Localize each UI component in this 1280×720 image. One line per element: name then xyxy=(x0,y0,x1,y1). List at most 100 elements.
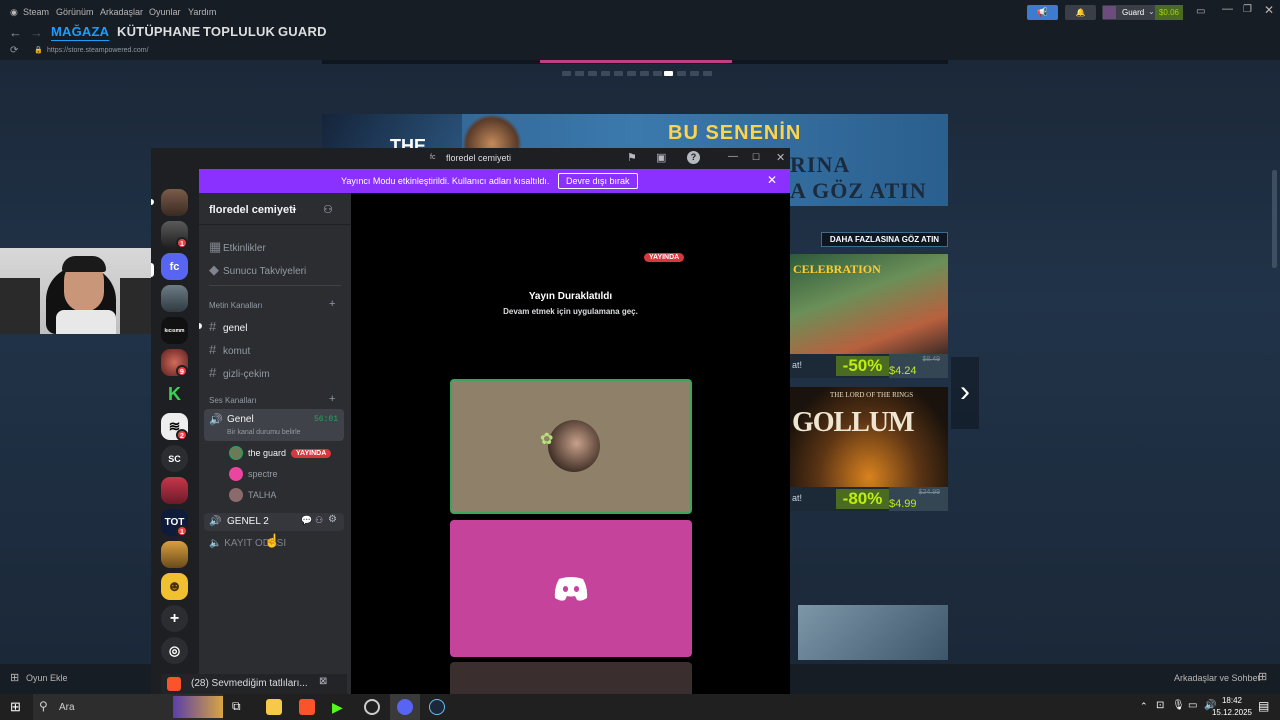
text-category[interactable]: Metin Kanalları xyxy=(209,301,262,310)
tab-community[interactable]: TOPLULUK xyxy=(203,24,275,39)
invite-icon[interactable]: ⚇ xyxy=(315,515,323,526)
channel-status[interactable]: Bir kanal durumu belirle xyxy=(227,429,301,436)
server-icon-sc[interactable]: SC xyxy=(161,445,188,472)
add-channel-icon[interactable]: + xyxy=(329,298,335,310)
minimize-icon[interactable]: — xyxy=(1222,3,1233,15)
disable-streamer-button[interactable]: Devre dışı bırak xyxy=(558,173,638,189)
tray-icon[interactable]: ⊡ xyxy=(1156,700,1164,711)
server-icon[interactable] xyxy=(161,477,188,504)
events-item[interactable]: ▦ Etkinlikler xyxy=(209,239,266,255)
steam-logo-icon[interactable]: ◉ xyxy=(10,7,18,18)
close-icon[interactable]: ⊠ xyxy=(319,676,327,687)
server-icon[interactable] xyxy=(161,189,188,216)
windows-start-icon[interactable]: ⊞ xyxy=(10,699,21,715)
channel-genel[interactable]: # genel xyxy=(209,319,247,334)
server-icon-kick[interactable]: K xyxy=(161,381,188,408)
steam-icon[interactable] xyxy=(429,699,445,715)
add-server-icon[interactable]: + xyxy=(161,605,188,632)
add-game-button[interactable]: Oyun Ekle xyxy=(26,673,68,683)
carousel-dot[interactable] xyxy=(640,71,649,76)
discover-icon[interactable]: ◎ xyxy=(161,637,188,664)
microphone-icon[interactable]: 🎙 xyxy=(1172,700,1185,711)
file-explorer-icon[interactable] xyxy=(266,699,282,715)
add-channel-icon[interactable]: + xyxy=(329,393,335,405)
participant-tile[interactable] xyxy=(450,662,692,694)
tab-store[interactable]: MAĞAZA xyxy=(51,24,109,39)
task-view-icon[interactable]: ⧉ xyxy=(232,699,248,715)
participant-tile-spectre[interactable] xyxy=(450,520,692,657)
obs-icon[interactable] xyxy=(364,699,380,715)
carousel-dot[interactable] xyxy=(562,71,571,76)
see-more-button[interactable]: DAHA FAZLASINA GÖZ ATIN xyxy=(821,232,948,247)
menu-view[interactable]: Görünüm xyxy=(56,7,94,17)
inbox-icon[interactable]: ▣ xyxy=(656,151,666,164)
voice-user[interactable]: TALHA xyxy=(229,488,276,502)
clock-date[interactable]: 15.12.2025 xyxy=(1202,708,1262,717)
kick-icon[interactable]: ▶ xyxy=(332,699,348,715)
participant-tile-the-guard[interactable]: ✿ xyxy=(450,379,692,514)
minimize-icon[interactable]: — xyxy=(728,151,738,162)
taskbar-search[interactable]: ⚲ Ara xyxy=(33,694,223,720)
tab-profile[interactable]: GUARD xyxy=(278,24,327,39)
server-icon[interactable] xyxy=(161,285,188,312)
game-card-kingdom[interactable] xyxy=(798,605,948,660)
page-scrollbar[interactable] xyxy=(1272,170,1277,268)
menu-steam[interactable]: Steam xyxy=(23,7,49,17)
server-name[interactable]: floredel cemiyeti xyxy=(209,204,296,216)
carousel-dot[interactable] xyxy=(588,71,597,76)
carousel-dot[interactable] xyxy=(601,71,610,76)
server-icon[interactable] xyxy=(161,541,188,568)
carousel-dot[interactable] xyxy=(627,71,636,76)
channel-komut[interactable]: # komut xyxy=(209,342,250,357)
brave-icon[interactable] xyxy=(299,699,315,715)
chevron-right-icon[interactable]: › xyxy=(951,357,979,429)
back-arrow-icon[interactable]: ← xyxy=(9,25,22,40)
server-icon[interactable]: kıcısmm xyxy=(161,317,188,344)
forward-arrow-icon[interactable]: → xyxy=(30,25,43,40)
carousel-dot-active[interactable] xyxy=(664,71,673,76)
channel-gizli-cekim[interactable]: # gizli-çekim xyxy=(209,365,270,380)
chevron-down-icon[interactable]: ⌄ xyxy=(290,203,298,214)
account-menu[interactable]: Guard ⌄ $0.06 xyxy=(1102,5,1183,20)
announcement-button[interactable]: 📢 xyxy=(1027,5,1058,20)
network-icon[interactable]: ▭ xyxy=(1188,700,1197,711)
carousel-dot[interactable] xyxy=(653,71,662,76)
flag-icon[interactable]: ⚑ xyxy=(627,151,637,164)
notification-center-icon[interactable]: ▤ xyxy=(1258,699,1269,713)
menu-help[interactable]: Yardım xyxy=(188,7,216,17)
close-icon[interactable]: ✕ xyxy=(767,173,777,187)
game-card-gollum[interactable]: THE LORD OF THE RINGS GOLLUM at! -80% $2… xyxy=(790,387,948,511)
carousel-dot[interactable] xyxy=(703,71,712,76)
close-icon[interactable]: ✕ xyxy=(1264,3,1274,17)
notifications-button[interactable]: 🔔 xyxy=(1065,5,1096,20)
restore-icon[interactable]: ❐ xyxy=(1243,4,1252,15)
gear-icon[interactable]: ⚙ xyxy=(328,514,337,525)
carousel-dot[interactable] xyxy=(690,71,699,76)
chat-icon[interactable]: ⊞ xyxy=(1258,670,1267,683)
clock-time[interactable]: 18:42 xyxy=(1214,696,1250,705)
plus-icon[interactable]: ⊞ xyxy=(10,671,19,684)
invite-icon[interactable]: ⚇ xyxy=(323,203,333,216)
close-icon[interactable]: ✕ xyxy=(776,151,785,164)
discord-task-active[interactable] xyxy=(390,694,420,720)
chevron-up-icon[interactable]: ⌃ xyxy=(1140,701,1148,712)
voice-channel-genel[interactable]: 🔊 Genel 56:01 Bir kanal durumu belirle xyxy=(204,409,344,441)
server-icon-fc[interactable]: fc xyxy=(161,253,188,280)
menu-games[interactable]: Oyunlar xyxy=(149,7,181,17)
url-text[interactable]: https://store.steampowered.com/ xyxy=(47,47,149,54)
voice-category[interactable]: Ses Kanalları xyxy=(209,396,257,405)
carousel-dot[interactable] xyxy=(677,71,686,76)
game-card-celebration[interactable]: CELEBRATION at! -50% $8.49 $4.24 USD xyxy=(790,254,948,378)
friends-chat-button[interactable]: Arkadaşlar ve Sohbet xyxy=(1174,673,1260,683)
voice-user[interactable]: the guard YAYINDA xyxy=(229,446,332,460)
carousel-dot[interactable] xyxy=(575,71,584,76)
maximize-icon[interactable]: ☐ xyxy=(752,152,760,163)
chat-icon[interactable]: 💬 xyxy=(301,515,312,526)
voice-channel-genel2[interactable]: 🔊 GENEL 2 💬 ⚇ ⚙ xyxy=(204,513,344,531)
voice-user[interactable]: spectre xyxy=(229,467,278,481)
menu-friends[interactable]: Arkadaşlar xyxy=(100,7,143,17)
boosts-item[interactable]: ◆ Sunucu Takviyeleri xyxy=(209,262,306,278)
server-icon[interactable]: ☻ xyxy=(161,573,188,600)
activity-bar[interactable]: (28) Sevmediğim tatlıları... ⊠ xyxy=(161,674,347,694)
carousel-dot[interactable] xyxy=(614,71,623,76)
